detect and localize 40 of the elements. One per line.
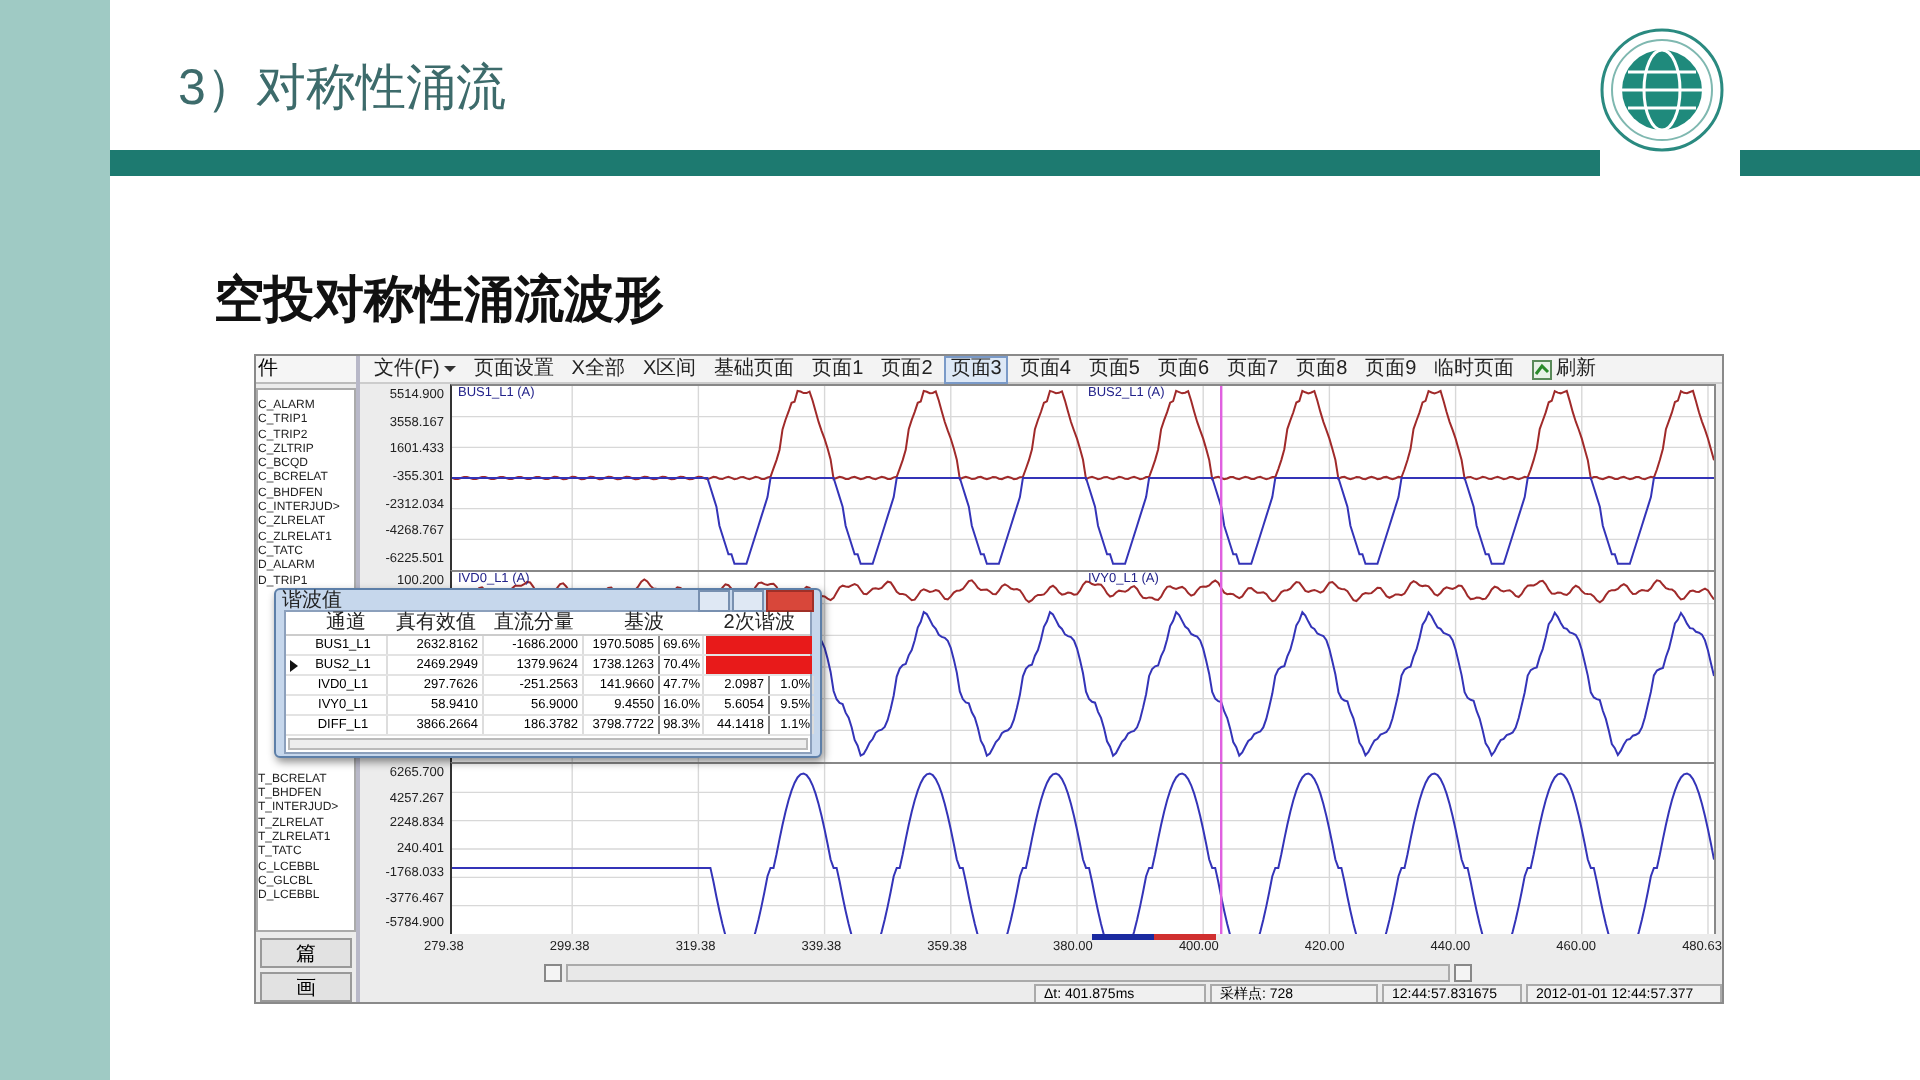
toolbar-button[interactable]: 页面7	[1221, 356, 1285, 383]
range-bar	[1092, 934, 1216, 940]
dialog-title: 谐波值	[282, 587, 342, 612]
maximize-button[interactable]	[732, 589, 764, 611]
menu-button[interactable]: 文件(F)	[368, 356, 462, 383]
column-header: 真有效值	[394, 612, 478, 634]
toolbar-button[interactable]: 页面2	[875, 356, 939, 383]
scrollbar[interactable]	[566, 963, 1450, 981]
caret-icon	[443, 366, 456, 372]
toolbar-button[interactable]: 页面3	[944, 356, 1008, 383]
panel-button[interactable]: 画	[260, 972, 352, 1002]
cursor-line[interactable]	[1220, 572, 1223, 762]
panel-header: 件	[256, 356, 356, 384]
column-header: 直流分量	[492, 612, 576, 634]
globe-logo	[1600, 28, 1724, 152]
cursor-line[interactable]	[1220, 386, 1223, 570]
toolbar-button[interactable]: 页面9	[1359, 356, 1423, 383]
panel-button[interactable]: 篇	[260, 938, 352, 968]
toolbar-button[interactable]: 临时页面	[1428, 356, 1521, 383]
slide-title: 3）对称性涌流	[178, 57, 506, 117]
scroll-right-button[interactable]	[1454, 963, 1472, 981]
column-header: 通道	[324, 612, 368, 634]
toolbar-button[interactable]: 页面设置	[467, 356, 560, 383]
toolbar-button[interactable]: X全部	[565, 356, 631, 383]
scroll-left-button[interactable]	[544, 963, 562, 981]
dialog-scrollbar[interactable]	[288, 738, 808, 750]
column-header: 基波	[622, 612, 666, 634]
cursor-line[interactable]	[1220, 764, 1223, 934]
minimize-button[interactable]	[698, 589, 730, 611]
toolbar-button[interactable]: 页面5	[1082, 356, 1146, 383]
toolbar-button[interactable]: X区间	[636, 356, 703, 383]
column-header: 2次谐波	[721, 612, 797, 634]
close-button[interactable]	[766, 589, 814, 611]
toolbar-button[interactable]: 页面8	[1290, 356, 1354, 383]
toolbar-button[interactable]: 页面6	[1151, 356, 1215, 383]
slide-heading: 空投对称性涌流波形	[214, 270, 666, 330]
toolbar-button[interactable]: 基础页面	[708, 356, 801, 383]
toolbar-button[interactable]: 页面1	[806, 356, 870, 383]
toolbar-button[interactable]: 刷新	[1526, 356, 1603, 383]
toolbar-button[interactable]: 页面4	[1013, 356, 1077, 383]
